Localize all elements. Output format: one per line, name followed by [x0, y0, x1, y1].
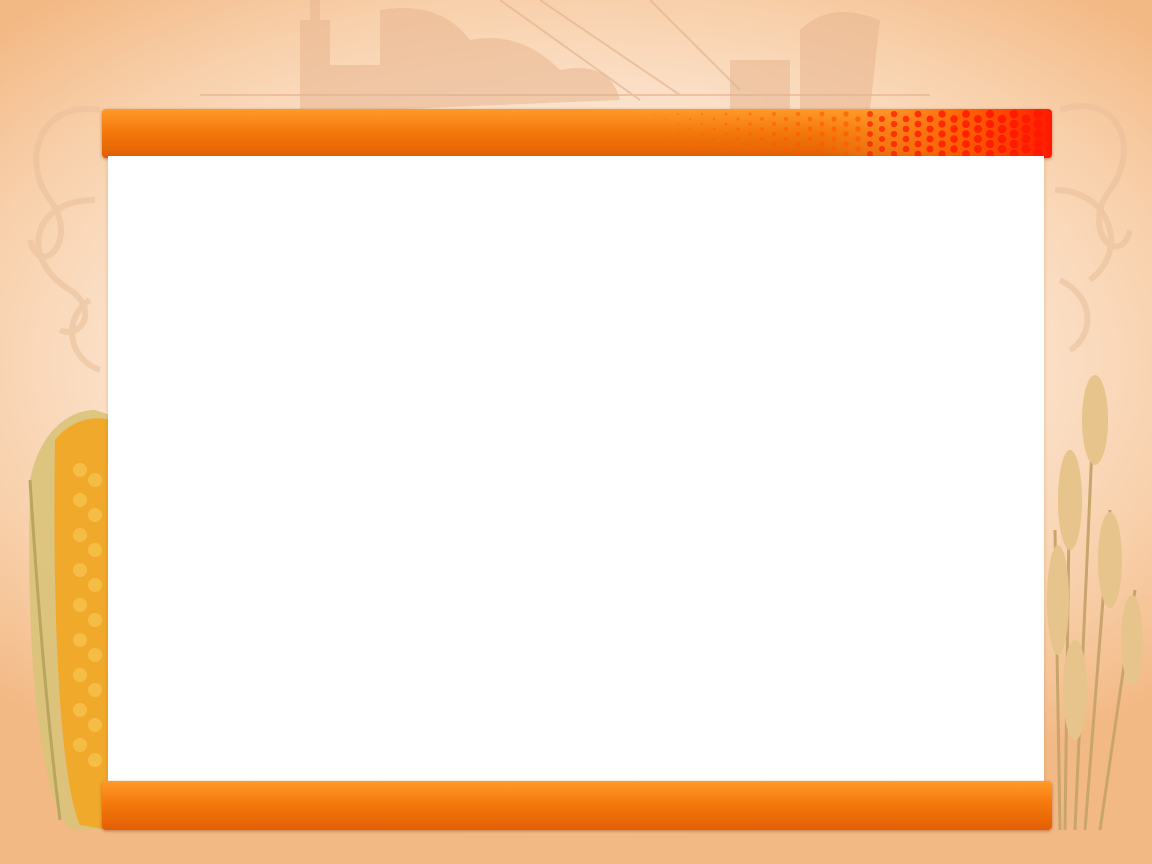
- left-swirl-ornament: [27, 105, 102, 373]
- corn-cob-image: [28, 410, 110, 830]
- footer-bar: [102, 781, 1052, 830]
- halftone-dots-pattern: [641, 109, 1052, 158]
- right-swirl-ornament: [1054, 103, 1133, 353]
- header-bar: [102, 109, 1052, 158]
- content-area: [108, 156, 1044, 782]
- wheat-stalks-image: [1047, 375, 1143, 831]
- industrial-skyline-image: [300, 0, 880, 110]
